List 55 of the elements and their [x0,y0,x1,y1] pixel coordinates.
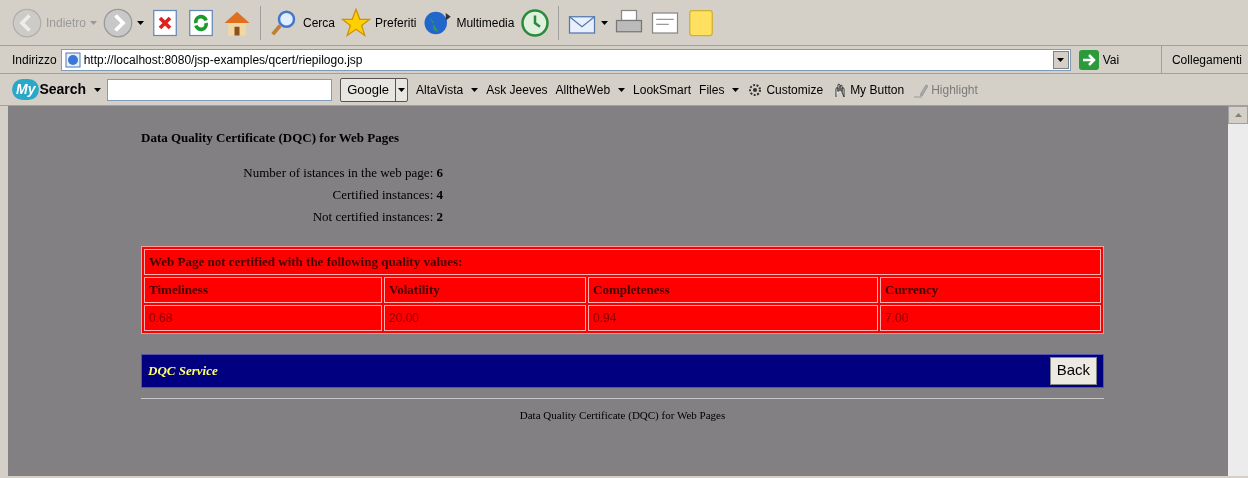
globe-button[interactable]: Multimedia [422,7,515,38]
caret-icon [1234,113,1242,117]
table-cell: 0.94 [588,304,878,331]
stat-text: Certified instances: 4 [332,185,443,204]
caret-icon [732,87,740,92]
hand-search-link[interactable]: My Button [831,80,905,99]
scroll-up-button[interactable] [1228,106,1248,124]
search-link[interactable]: AltaVista [416,80,464,99]
star-button[interactable]: Preferiti [341,7,417,38]
address-field[interactable]: http://localhost:8080/jsp-examples/qcert/riepilogo.jsp [60,48,1071,71]
caret-icon [471,87,479,92]
caret-icon [398,87,406,92]
dropdown-button[interactable] [471,87,479,92]
search-field[interactable] [107,78,333,101]
forward-button[interactable] [103,7,145,38]
dropdown-button[interactable] [395,78,408,101]
page-icon [64,51,81,68]
gear-icon [747,81,764,98]
search-link[interactable]: Files [699,80,725,99]
search-button[interactable]: Cerca [269,7,336,38]
dropdown-button[interactable] [732,87,740,92]
service-title: DQC Service [148,361,218,380]
search-link[interactable]: AlltheWeb [555,80,611,99]
column-header: Volatility [384,276,586,303]
history-icon [520,7,551,38]
table-cell: 0.68 [144,304,382,331]
gear-search-link[interactable]: Customize [747,80,824,99]
caret-icon [1057,57,1065,62]
table-cell: 7.00 [880,304,1101,331]
caret-icon [94,87,102,92]
search-link[interactable]: LookSmart [633,80,692,99]
footer-text: Data Quality Certificate (DQC) for Web Pages [518,407,727,423]
caret-icon [601,20,609,25]
caret-icon [90,20,98,25]
back-button[interactable]: Back [1049,356,1097,385]
column-header: Currency [880,276,1101,303]
links-button[interactable]: Collegamenti [1160,46,1248,73]
search-link[interactable]: Ask Jeeves [486,80,548,99]
page-title: Data Quality Certificate (DQC) for Web Pages [141,129,401,147]
dropdown-button[interactable] [1052,50,1069,69]
table-caption: Web Page not certified with the following quality values: [144,248,1101,275]
stat-text: Not certified instances: 2 [312,207,443,226]
table-cell: 20.00 [384,304,586,331]
address-label: Indirizzo [12,51,57,69]
url-text: http://localhost:8080/jsp-examples/qcert/riepilogo.jsp [83,51,364,69]
column-header: Timeliness [144,276,382,303]
go-button[interactable]: Vai [1076,49,1122,70]
dropdown-button[interactable] [618,87,626,92]
history-button[interactable] [520,7,551,38]
mysearch-logo[interactable]: My Search [12,79,87,100]
caret-icon [137,20,145,25]
star-icon [341,7,372,38]
stat-text: Number of istances in the web page: 6 [243,163,443,182]
column-header: Completeness [588,276,878,303]
caret-icon [618,87,626,92]
